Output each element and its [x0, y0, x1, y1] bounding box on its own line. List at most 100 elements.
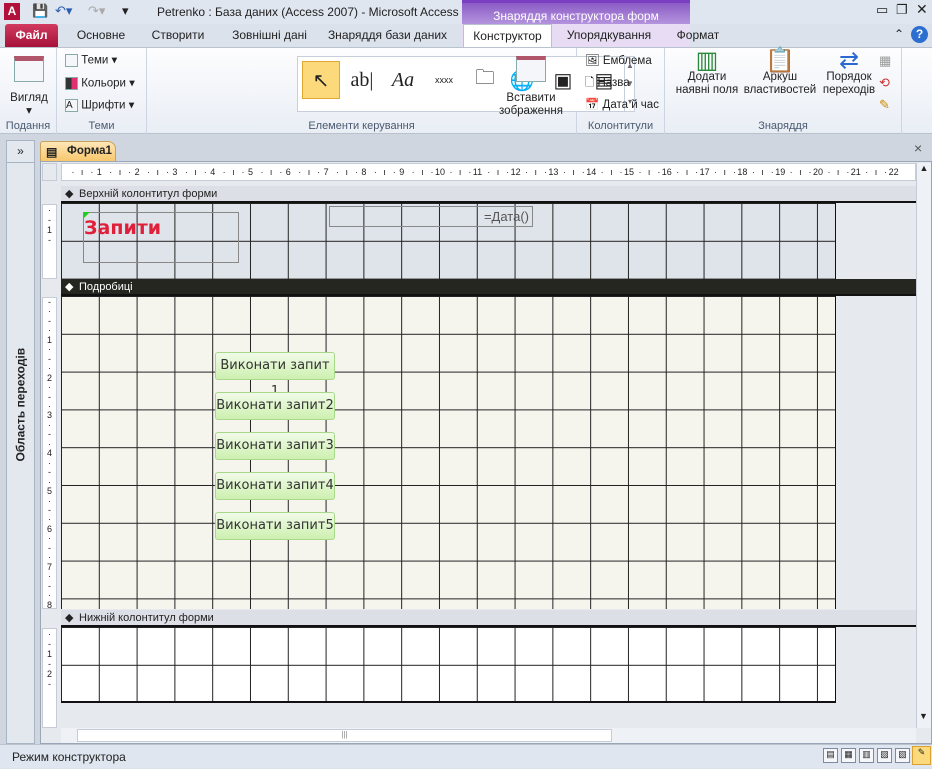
date-textbox[interactable]: =Дата(): [329, 206, 533, 227]
title-button[interactable]: 🗋 Назва: [585, 77, 630, 90]
ruler-tick: ·: [354, 167, 358, 177]
horizontal-scrollbar[interactable]: |||: [61, 728, 916, 743]
undo-icon[interactable]: ↶▾: [55, 3, 72, 19]
design-view-icon[interactable]: ✎: [912, 746, 931, 765]
fonts-label: Шрифти: [81, 99, 126, 112]
run-query-2-button[interactable]: Виконати запит2: [215, 392, 335, 420]
ruler-tick: ·: [411, 167, 415, 177]
tab-home[interactable]: Основне: [66, 24, 136, 47]
select-pointer-icon[interactable]: ↖: [302, 61, 340, 99]
horizontal-ruler: 1 · ı · 2 · ı · 3 · ı · 4 · ı · 5 · ı · 6 · ı · 7 · ı · 8 · ı · 9 · ı · 10 · ı…: [61, 163, 916, 181]
detail-grid[interactable]: [61, 296, 836, 609]
subform-icon[interactable]: ▦: [879, 53, 891, 69]
section-detail-label: Подробиці: [79, 281, 133, 293]
date-time-button[interactable]: 📅 Дата й час: [585, 99, 659, 112]
minimize-icon[interactable]: ▭: [876, 2, 888, 18]
tab-arrange[interactable]: Упорядкування: [558, 24, 660, 47]
ruler-tick: ı: [685, 167, 689, 177]
run-query-3-button[interactable]: Виконати запит3: [215, 432, 335, 460]
date-time-label: Дата й час: [602, 99, 659, 111]
ruler-tick: ·: [865, 167, 869, 177]
ruler-tick: ·: [714, 167, 718, 177]
tab-order-button[interactable]: ⇄ Порядок переходів: [817, 49, 881, 97]
group-controls: ↖ ab| Aa xxxx 🗀 🌐 ▣ ▤ ▲▼▾ Вставити зобра…: [147, 48, 635, 134]
group-tools: ▥ Додати наявні поля 📋 Аркуш властивостей …: [665, 48, 902, 134]
colors-button[interactable]: Кольори ▾: [65, 77, 135, 91]
form-footer-grid[interactable]: [61, 627, 836, 703]
textbox-icon[interactable]: ab|: [343, 61, 381, 99]
code-icon[interactable]: ✎: [879, 97, 890, 113]
form-selector[interactable]: [42, 163, 57, 181]
add-existing-fields-button[interactable]: ▥ Додати наявні поля: [671, 49, 743, 97]
themes-button[interactable]: Теми ▾: [65, 54, 117, 68]
convert-macros-icon[interactable]: ⟲: [879, 75, 890, 91]
section-footer-bar[interactable]: ◆ Нижній колонтитул форми: [61, 610, 916, 627]
ruler-tick: ·: [827, 167, 831, 177]
close-document-icon[interactable]: ×: [914, 140, 922, 156]
run-query-1-button[interactable]: Виконати запит 1: [215, 352, 335, 399]
restore-icon[interactable]: ❐: [896, 2, 908, 18]
view-button[interactable]: Вигляд ▾: [6, 56, 52, 118]
tab-database-tools[interactable]: Знаряддя бази даних: [325, 24, 450, 47]
pivottable-view-icon[interactable]: ▥: [859, 748, 874, 763]
tab-create[interactable]: Створити: [143, 24, 213, 47]
status-bar: Режим конструктора: [0, 744, 932, 768]
tab-file[interactable]: Файл: [5, 24, 58, 47]
ruler-tick: ı: [647, 167, 651, 177]
redo-icon[interactable]: ↷▾: [88, 3, 105, 19]
ruler-tick: ·: [165, 167, 169, 177]
ruler-tick: ·: [600, 167, 604, 177]
scroll-thumb[interactable]: |||: [77, 729, 612, 742]
ruler-tick: ·: [770, 167, 774, 177]
button-control-icon[interactable]: xxxx: [425, 61, 463, 99]
scroll-down-icon[interactable]: ▼: [919, 711, 928, 721]
ruler-tick: ·: [846, 167, 850, 177]
customize-qat-icon[interactable]: ▾: [122, 3, 129, 19]
vertical-scrollbar[interactable]: ▲ ▼: [916, 163, 931, 728]
datasheet-view-icon[interactable]: ▦: [841, 748, 856, 763]
nav-pane-toggle[interactable]: »: [7, 141, 34, 163]
save-icon[interactable]: 💾: [32, 3, 48, 19]
ruler-tick: ·: [90, 167, 94, 177]
fonts-button[interactable]: A Шрифти ▾: [65, 99, 134, 113]
ruler-tick: ·: [241, 167, 245, 177]
pivotchart-view-icon[interactable]: ▨: [877, 748, 892, 763]
label-icon[interactable]: Aa: [384, 61, 422, 99]
section-header-bar[interactable]: ◆ Верхній колонтитул форми: [61, 186, 916, 203]
ruler-tick: ·: [317, 167, 321, 177]
document-tab-label: Форма1: [67, 145, 112, 157]
title-label-control[interactable]: Запити: [83, 212, 239, 263]
close-icon[interactable]: ✕: [916, 1, 928, 18]
ruler-tick: ı: [232, 167, 235, 177]
ruler-tick: ·: [109, 167, 113, 177]
section-detail-bar[interactable]: ◆ Подробиці: [61, 279, 916, 296]
tab-design[interactable]: Конструктор: [463, 24, 552, 47]
layout-view-icon[interactable]: ▧: [895, 748, 910, 763]
ruler-tick-label: 5: [248, 167, 254, 177]
tab-external-data[interactable]: Зовнішні дані: [222, 24, 317, 47]
ruler-tick: ·: [562, 167, 566, 177]
insert-image-button[interactable]: Вставити зображення: [491, 56, 571, 118]
ruler-tick: ·: [222, 167, 226, 177]
vertical-ruler-detail: - · - · 1 · - · 2 · - · 3 · - · 4 · - · 5 · - · 6 · - · 7 · - · 8: [42, 297, 57, 609]
document-tab-form1[interactable]: ▤ Форма1: [40, 141, 116, 161]
property-sheet-button[interactable]: 📋 Аркуш властивостей: [743, 49, 817, 97]
ribbon: Вигляд ▾ Подання Теми ▾ Кольори ▾ A Шрифт…: [0, 47, 932, 134]
scroll-up-icon[interactable]: ▲: [917, 163, 931, 173]
form-view-icon[interactable]: ▤: [823, 748, 838, 763]
run-query-4-button[interactable]: Виконати запит4: [215, 472, 335, 500]
logo-button[interactable]: 🖼 Емблема: [585, 55, 652, 68]
ruler-tick-label: 11: [472, 167, 483, 177]
ruler-tick-label: 9: [399, 167, 405, 177]
title-icon: 🗋: [585, 77, 595, 89]
ruler-tick-label: 17: [699, 167, 710, 177]
run-query-5-button[interactable]: Виконати запит5: [215, 512, 335, 540]
group-label: Теми: [88, 120, 115, 132]
help-icon[interactable]: ?: [911, 26, 928, 43]
ruler-tick: ·: [260, 167, 264, 177]
ruler-tick-label: 16: [661, 167, 672, 177]
tab-format[interactable]: Формат: [668, 24, 728, 47]
minimize-ribbon-icon[interactable]: ⌃: [894, 27, 904, 41]
nav-pane-label: Область переходів: [14, 348, 28, 462]
vertical-ruler-footer: · -1-2-: [42, 628, 57, 728]
